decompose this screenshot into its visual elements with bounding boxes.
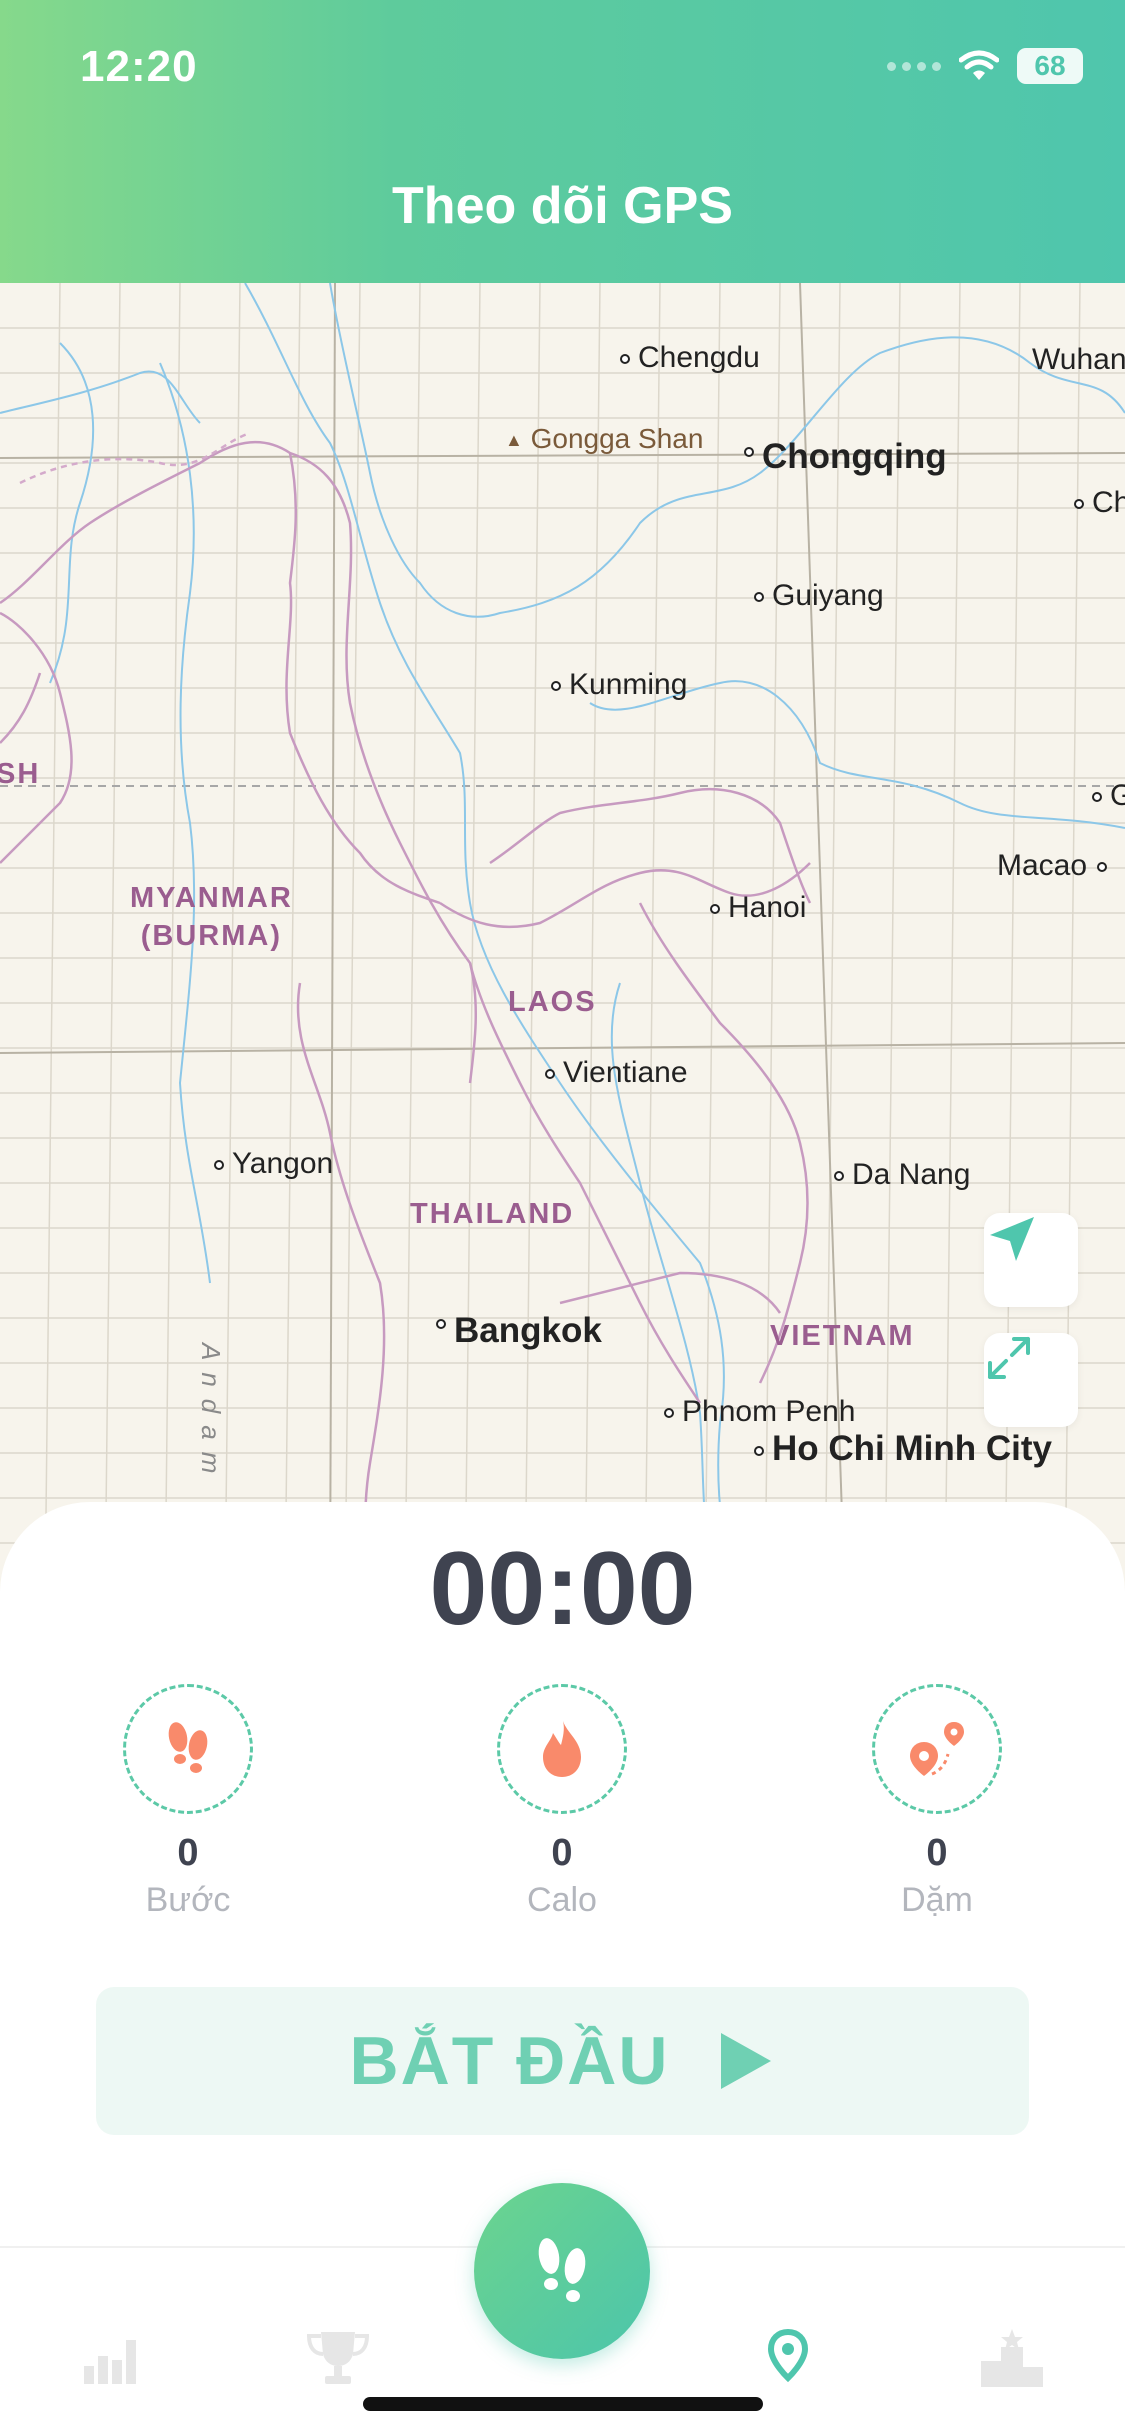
wifi-icon (959, 50, 999, 80)
stat-distance: 0 Dặm (872, 1684, 1002, 1920)
city-g[interactable]: G (1092, 779, 1125, 813)
city-kunming[interactable]: Kunming (551, 668, 687, 702)
tab-leaderboard[interactable] (972, 2318, 1052, 2398)
footprints-icon (538, 2238, 586, 2302)
stat-calories-ring (497, 1684, 627, 1814)
country-myanmar: MYANMAR (BURMA) (130, 882, 293, 952)
country-vietnam: VIETNAM (770, 1320, 915, 1352)
fullscreen-button[interactable] (984, 1333, 1078, 1427)
home-indicator (363, 2397, 763, 2411)
status-time: 12:20 (80, 42, 198, 91)
city-bangkok[interactable]: Bangkok (436, 1311, 602, 1351)
tab-stats[interactable] (72, 2318, 152, 2398)
sea-label: Andam (196, 1343, 226, 1486)
map-view[interactable]: Chengdu Wuhan ▲ Gongga Shan Chongqing Ch… (0, 283, 1125, 1603)
tab-gps[interactable] (748, 2318, 828, 2398)
bar-chart-icon (84, 2340, 136, 2384)
status-icons: 68 (887, 48, 1083, 84)
elapsed-timer: 00:00 (429, 1531, 696, 1647)
city-macao[interactable]: Macao (997, 849, 1115, 883)
stat-steps-label: Bước (145, 1881, 231, 1919)
locate-me-button[interactable] (984, 1213, 1078, 1307)
peak-label: ▲ Gongga Shan (505, 423, 704, 454)
country-thailand: THAILAND (410, 1198, 575, 1230)
city-hanoi[interactable]: Hanoi (710, 891, 806, 925)
stat-calories-label: Calo (527, 1881, 597, 1919)
city-wuhan[interactable]: Wuhan (1032, 343, 1125, 377)
route-pin-icon (910, 1722, 964, 1776)
mountain-icon: ▲ (505, 430, 523, 451)
start-button[interactable]: BẮT ĐẦU (96, 1987, 1029, 2135)
flame-icon (543, 1721, 581, 1777)
location-pin-icon (767, 2328, 809, 2383)
city-ch[interactable]: Ch (1074, 486, 1125, 520)
stat-calories-value: 0 (551, 1832, 573, 1874)
cellular-signal-icon (887, 61, 941, 71)
city-chengdu[interactable]: Chengdu (620, 341, 760, 375)
workout-fab[interactable] (474, 2183, 650, 2359)
stat-calories: 0 Calo (497, 1684, 627, 1920)
stat-distance-ring (872, 1684, 1002, 1814)
battery-indicator: 68 (1017, 48, 1083, 84)
country-sh: SH (0, 758, 41, 790)
stat-steps-ring (123, 1684, 253, 1814)
city-ho-chi-minh[interactable]: Ho Chi Minh City (754, 1429, 1052, 1469)
navigation-arrow-icon (990, 1217, 1034, 1261)
header: 12:20 68 Theo dõi GPS (0, 0, 1125, 283)
tab-achievements[interactable] (298, 2318, 378, 2398)
expand-icon (988, 1337, 1030, 1379)
stat-steps: 0 Bước (123, 1684, 253, 1920)
city-guiyang[interactable]: Guiyang (754, 579, 884, 613)
page-title: Theo dõi GPS (392, 177, 733, 235)
city-phnom-penh[interactable]: Phnom Penh (664, 1395, 855, 1429)
city-yangon[interactable]: Yangon (214, 1147, 333, 1181)
stat-steps-value: 0 (177, 1832, 199, 1874)
stat-distance-value: 0 (926, 1832, 948, 1874)
footprints-icon (168, 1722, 208, 1773)
stat-distance-label: Dặm (901, 1881, 973, 1919)
city-vientiane[interactable]: Vientiane (545, 1056, 688, 1090)
podium-icon (981, 2329, 1043, 2387)
trophy-icon (306, 2332, 370, 2384)
country-laos: LAOS (508, 986, 597, 1018)
city-da-nang[interactable]: Da Nang (834, 1158, 970, 1192)
play-icon (721, 2033, 772, 2089)
start-button-label: BẮT ĐẦU (349, 2023, 670, 2099)
city-chongqing[interactable]: Chongqing (744, 437, 947, 477)
